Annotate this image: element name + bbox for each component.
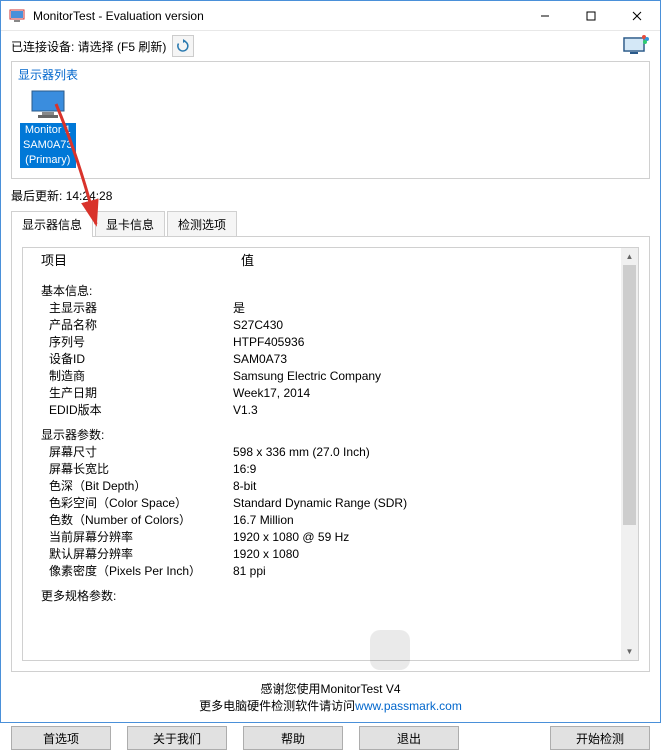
titlebar: MonitorTest - Evaluation version bbox=[1, 1, 660, 31]
section-params: 显示器参数: bbox=[33, 427, 628, 444]
refresh-button[interactable] bbox=[172, 35, 194, 57]
scroll-down-icon[interactable]: ▼ bbox=[621, 643, 638, 660]
table-row: 当前屏幕分辨率1920 x 1080 @ 59 Hz bbox=[33, 529, 628, 546]
scroll-up-icon[interactable]: ▲ bbox=[621, 248, 638, 265]
table-row: 生产日期Week17, 2014 bbox=[33, 385, 628, 402]
table-row: 像素密度（Pixels Per Inch）81 ppi bbox=[33, 563, 628, 580]
scrollbar-thumb[interactable] bbox=[623, 265, 636, 525]
preferences-button[interactable]: 首选项 bbox=[11, 726, 111, 750]
table-row: 色深（Bit Depth）8-bit bbox=[33, 478, 628, 495]
info-table: 项目 值 基本信息: 主显示器是 产品名称S27C430 序列号HTPF4059… bbox=[22, 247, 639, 661]
table-row: 产品名称S27C430 bbox=[33, 317, 628, 334]
table-row: 制造商Samsung Electric Company bbox=[33, 368, 628, 385]
toolbar: 已连接设备: 请选择 (F5 刷新) bbox=[1, 31, 660, 61]
tab-gpu-info[interactable]: 显卡信息 bbox=[95, 211, 165, 237]
last-update-time: 14:24:28 bbox=[66, 189, 113, 203]
tab-test-options[interactable]: 检测选项 bbox=[167, 211, 237, 237]
footer-line1: 感谢您使用MonitorTest V4 bbox=[1, 680, 660, 697]
start-test-button[interactable]: 开始检测 bbox=[550, 726, 650, 750]
monitor-icon bbox=[28, 89, 68, 121]
tab-monitor-info[interactable]: 显示器信息 bbox=[11, 211, 93, 237]
connected-devices-label: 已连接设备: 请选择 (F5 刷新) bbox=[11, 38, 166, 55]
maximize-button[interactable] bbox=[568, 1, 614, 31]
exit-button[interactable]: 退出 bbox=[359, 726, 459, 750]
table-header: 项目 值 bbox=[33, 252, 628, 275]
help-button[interactable]: 帮助 bbox=[243, 726, 343, 750]
footer-link[interactable]: www.passmark.com bbox=[355, 699, 462, 713]
monitor-label-line1: Monitor 1 bbox=[20, 123, 76, 138]
table-row: 色彩空间（Color Space）Standard Dynamic Range … bbox=[33, 495, 628, 512]
minimize-button[interactable] bbox=[522, 1, 568, 31]
section-more: 更多规格参数: bbox=[33, 588, 628, 605]
tab-bar: 显示器信息 显卡信息 检测选项 bbox=[1, 210, 660, 236]
footer-line2-text: 更多电脑硬件检测软件请访问 bbox=[199, 699, 355, 713]
table-row: 主显示器是 bbox=[33, 300, 628, 317]
table-row: EDID版本V1.3 bbox=[33, 402, 628, 419]
table-row: 默认屏幕分辨率1920 x 1080 bbox=[33, 546, 628, 563]
button-bar: 首选项 关于我们 帮助 退出 开始检测 bbox=[1, 720, 660, 756]
col-val: 值 bbox=[233, 252, 628, 275]
monitor-label-line3: (Primary) bbox=[20, 153, 76, 168]
scrollbar[interactable]: ▲ ▼ bbox=[621, 248, 638, 660]
app-icon bbox=[9, 8, 25, 24]
last-update: 最后更新: 14:24:28 bbox=[1, 185, 660, 210]
table-row: 色数（Number of Colors）16.7 Million bbox=[33, 512, 628, 529]
table-row: 序列号HTPF405936 bbox=[33, 334, 628, 351]
table-row: 设备IDSAM0A73 bbox=[33, 351, 628, 368]
close-button[interactable] bbox=[614, 1, 660, 31]
table-row: 屏幕长宽比16:9 bbox=[33, 461, 628, 478]
brand-icon bbox=[622, 34, 650, 58]
monitor-list-panel: 显示器列表 Monitor 1 SAM0A73 (Primary) bbox=[11, 61, 650, 179]
monitor-label-line2: SAM0A73 bbox=[20, 138, 76, 153]
footer: 感谢您使用MonitorTest V4 更多电脑硬件检测软件请访问www.pas… bbox=[1, 672, 660, 720]
content-frame: 项目 值 基本信息: 主显示器是 产品名称S27C430 序列号HTPF4059… bbox=[11, 236, 650, 672]
last-update-label: 最后更新: bbox=[11, 189, 62, 203]
section-basic: 基本信息: bbox=[33, 283, 628, 300]
monitor-item[interactable]: Monitor 1 SAM0A73 (Primary) bbox=[18, 87, 78, 170]
table-row: 屏幕尺寸598 x 336 mm (27.0 Inch) bbox=[33, 444, 628, 461]
window-title: MonitorTest - Evaluation version bbox=[33, 9, 522, 23]
col-key: 项目 bbox=[33, 252, 233, 275]
monitor-list-title: 显示器列表 bbox=[18, 66, 643, 83]
about-button[interactable]: 关于我们 bbox=[127, 726, 227, 750]
